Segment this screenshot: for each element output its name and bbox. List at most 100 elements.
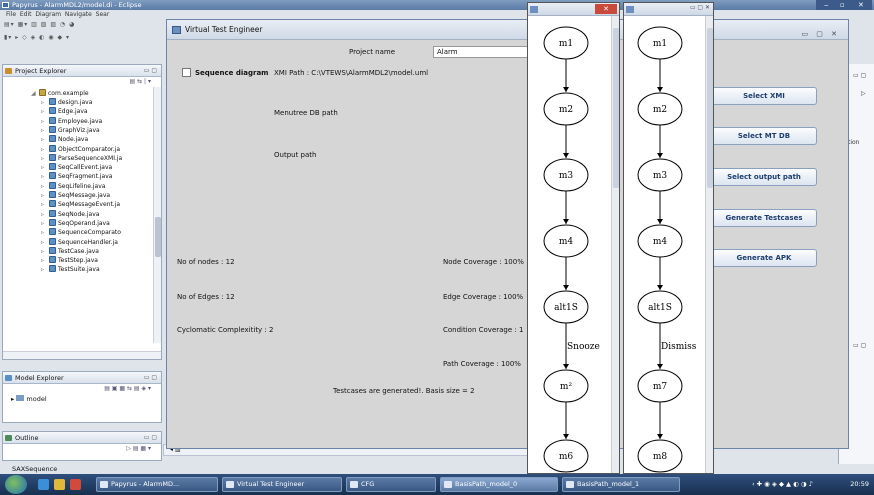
cfg-node-label: m1 (559, 39, 573, 49)
tree-item-java-file[interactable]: ▹ SequenceHandler.ja (41, 237, 118, 247)
menu-search[interactable]: Sear (96, 11, 110, 18)
model-explorer-header[interactable]: Model Explorer ▭ ▢ (3, 372, 161, 384)
expand-icon[interactable]: ◢ (31, 89, 39, 98)
scroll-thumb[interactable] (707, 28, 713, 188)
close-icon[interactable]: ✕ (595, 4, 617, 14)
generate-apk-button[interactable]: Generate APK (711, 249, 817, 267)
folder-icon[interactable] (54, 479, 65, 490)
view-minmax-icon[interactable]: ▭ ▢ (144, 432, 157, 444)
expand-icon[interactable]: ▹ (41, 107, 49, 116)
tree-item-java-file[interactable]: ▹ Node.java (41, 135, 88, 144)
outline-header[interactable]: Outline ▭ ▢ (3, 432, 161, 444)
java-file-icon (49, 265, 56, 273)
menu-edit[interactable]: Edit (20, 11, 32, 18)
tree-item-java-file[interactable]: ▹ SeqLifeline.java (41, 181, 105, 191)
project-name-input[interactable]: Alarm (433, 46, 533, 58)
expand-icon[interactable]: ▹ (41, 172, 49, 181)
cfg-scrollbar[interactable] (705, 16, 713, 473)
project-explorer-header[interactable]: Project Explorer ▭ ▢ (3, 65, 161, 77)
view-tab-icon[interactable]: ▭ ▢ (853, 72, 866, 79)
menu-navigate[interactable]: Navigate (65, 11, 92, 18)
start-button[interactable] (5, 475, 27, 494)
scroll-thumb[interactable] (613, 28, 619, 188)
tray-icons[interactable]: ‹ ✚ ◉ ◈ ◆ ▲ ◐ ◑ ♪ (752, 474, 813, 495)
task-papyrus[interactable]: Papyrus - AlarmMD... (96, 477, 218, 492)
expand-icon[interactable]: ▹ (41, 163, 49, 172)
expand-icon[interactable]: ▹ (41, 265, 49, 274)
expand-icon[interactable]: ▹ (41, 145, 49, 154)
eclipse-toolbar-2[interactable]: ▮▾ ▸ ◇ ◈ ◐ ◉ ◆ ▾ (4, 33, 164, 43)
expand-icon[interactable]: ▹ (41, 228, 49, 237)
view-tab-icon[interactable]: ▭ ▢ (853, 342, 866, 349)
taskbar: Papyrus - AlarmMD... Virtual Test Engine… (0, 474, 874, 495)
eclipse-title-bar: Papyrus - AlarmMDL2/model.di - Eclipse (0, 0, 874, 10)
expand-icon[interactable]: ▹ (41, 126, 49, 135)
tree-item-java-file[interactable]: ▹ SeqMessage.java (41, 191, 110, 200)
expand-icon[interactable]: ▹ (41, 247, 49, 256)
task-vte[interactable]: Virtual Test Engineer (222, 477, 342, 492)
cfg-window-controls[interactable]: ▭ ▢ ✕ (690, 4, 710, 11)
expand-icon[interactable]: ▹ (41, 98, 49, 107)
tree-item-java-file[interactable]: ▹ SeqFragment.java (41, 172, 112, 181)
view-minmax-icon[interactable]: ▭ ▢ (144, 372, 157, 384)
clock[interactable]: 20:59 (850, 474, 869, 495)
vertical-scrollbar[interactable] (153, 87, 161, 343)
task-basispath-0[interactable]: BasisPath_model_0 (440, 477, 558, 492)
ie-icon[interactable] (38, 479, 49, 490)
expand-icon[interactable]: ▹ (41, 154, 49, 163)
generate-testcases-button[interactable]: Generate Testcases (711, 209, 817, 227)
cfg-icon (530, 6, 538, 13)
expand-icon[interactable]: ▹ (41, 182, 49, 191)
tree-item-java-file[interactable]: ▹ design.java (41, 98, 92, 107)
xmi-path-label: XMI Path : C:\VTEWS\AlarmMDL2\model.uml (274, 69, 429, 77)
close-icon[interactable]: ✕ (858, 0, 864, 10)
menu-file[interactable]: File (6, 11, 16, 18)
horizontal-scrollbar[interactable] (3, 351, 161, 359)
expand-icon[interactable]: ▹ (41, 210, 49, 219)
expand-icon[interactable]: ▹ (41, 256, 49, 265)
tree-item-label: design.java (58, 99, 93, 106)
eclipse-toolbar[interactable]: ▤▾ ▦▾ ▥ ▧ ▨ ◔ ◕ (4, 20, 164, 30)
tree-item-java-file[interactable]: ▹ Employee.java (41, 116, 102, 126)
tree-item-java-file[interactable]: ▹ Edge.java (41, 107, 88, 116)
task-basispath-1[interactable]: BasisPath_model_1 (562, 477, 680, 492)
tree-item-java-file[interactable]: ▹ SequenceComparato (41, 228, 121, 237)
tree-item-java-file[interactable]: ▹ TestCase.java (41, 246, 99, 256)
cfg-node-label: m4 (559, 237, 574, 247)
tree-item-java-file[interactable]: ▹ TestSuite.java (41, 265, 100, 274)
expand-icon[interactable]: ▹ (41, 219, 49, 228)
media-icon[interactable] (70, 479, 81, 490)
expand-icon[interactable]: ▹ (41, 238, 49, 247)
tree-item-java-file[interactable]: ▹ SeqNode.java (41, 209, 99, 219)
select-mt-db-button[interactable]: Select MT DB (711, 127, 817, 145)
tree-item-java-file[interactable]: ▹ GraphViz.java (41, 125, 100, 135)
sequence-diagram-checkbox[interactable] (182, 68, 191, 77)
maximize-icon[interactable]: ▫ (840, 0, 845, 10)
task-cfg[interactable]: CFG (346, 477, 436, 492)
tree-item-java-file[interactable]: ▹ SeqOperand.java (41, 218, 110, 228)
view-minmax-icon[interactable]: ▭ ▢ (144, 65, 157, 77)
select-xmi-button[interactable]: Select XMI (711, 87, 817, 105)
minimize-icon[interactable]: ‒ (824, 0, 828, 10)
cfg-scrollbar[interactable] (611, 16, 619, 473)
model-explorer-toolbar[interactable]: ▤ ▣ ▦ ⇆ ▤ ◈ ▾ (3, 384, 161, 394)
menu-diagram[interactable]: Diagram (35, 11, 61, 18)
tree-item-java-file[interactable]: ▹ TestStep.java (41, 256, 98, 265)
select-output-path-button[interactable]: Select output path (711, 168, 817, 186)
outline-toolbar[interactable]: ▷ ▤ ▦ ▾ (3, 444, 161, 454)
expand-icon[interactable]: ▹ (41, 135, 49, 144)
expand-icon[interactable]: ▹ (41, 191, 49, 200)
tree-item-java-file[interactable]: ▹ ObjectComparator.ja (41, 144, 120, 154)
cfg-title-bar[interactable]: ✕ (528, 3, 619, 16)
view-toolbar[interactable]: ▤ ⇆ | ▾ (3, 77, 161, 87)
expand-icon[interactable]: ▹ (41, 117, 49, 126)
tree-item-java-file[interactable]: ▹ SeqCallEvent.java (41, 163, 112, 172)
vte-title-bar[interactable]: Virtual Test Engineer ▭ ▢ ✕ (167, 20, 848, 40)
cfg-title-bar[interactable]: ▭ ▢ ✕ (624, 3, 713, 16)
tree-item-java-file[interactable]: ▹ ParseSequenceXMI.ja (41, 153, 122, 163)
model-tree-item[interactable]: ▸ model (3, 394, 161, 404)
scroll-thumb[interactable] (155, 217, 161, 257)
tree-item-java-file[interactable]: ▹ SeqMessageEvent.ja (41, 200, 120, 209)
expand-icon[interactable]: ▹ (41, 200, 49, 209)
package-com-example[interactable]: ◢ com.example (31, 89, 89, 98)
